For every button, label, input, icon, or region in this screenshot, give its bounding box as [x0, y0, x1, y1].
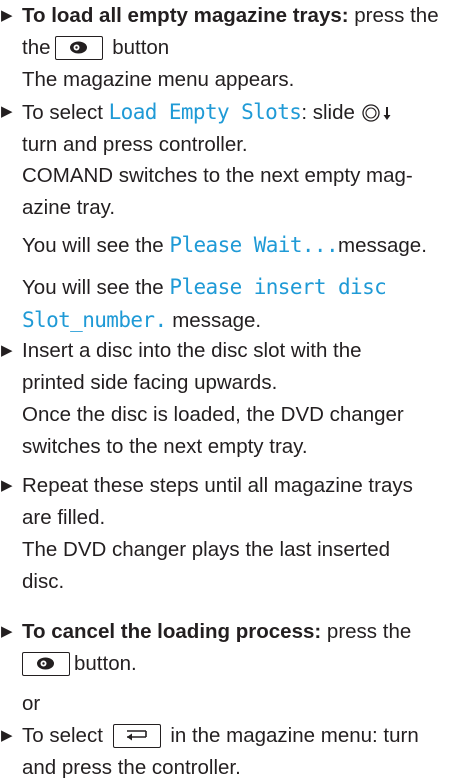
message-text: Slot_number. — [22, 308, 167, 332]
step-load-all-empty: ▶ To load all empty magazine trays: pres… — [0, 0, 458, 64]
step-text: press the — [354, 4, 439, 27]
message-please-wait: You will see the Please Wait...message. — [22, 233, 427, 257]
step-result: The DVD changer plays the last inserted d… — [22, 538, 391, 593]
step-bold-lead: To load all empty magazine trays: — [22, 4, 349, 27]
step-arrow-icon: ▶ — [1, 342, 13, 359]
controller-slide-down-icon — [361, 104, 391, 122]
step-insert-disc: ▶ Insert a disc into the disc slot with … — [0, 335, 458, 399]
message-text: Please Wait... — [169, 233, 339, 257]
message-text: Please insert disc — [169, 275, 387, 299]
manual-page: ▶ To load all empty magazine trays: pres… — [0, 0, 460, 779]
step-cancel-loading: ▶ To cancel the loading process: press t… — [0, 616, 458, 680]
step-select-load-empty: ▶ To select Load Empty Slots: slide turn… — [0, 96, 458, 161]
step-select-back: ▶ To select in the magazine menu: turn a… — [0, 720, 458, 784]
or-separator: or — [22, 692, 41, 715]
message-insert-disc: You will see the Please insert disc Slot… — [22, 275, 387, 332]
step-arrow-icon: ▶ — [1, 103, 13, 120]
step-result: COMAND switches to the next empty mag-az… — [22, 164, 413, 219]
step-repeat: ▶ Repeat these steps until all magazine … — [0, 470, 458, 534]
step-text-after-button: button — [112, 36, 170, 59]
disc-button-icon — [22, 652, 70, 676]
step-result: The magazine menu appears. — [22, 68, 295, 91]
step-arrow-icon: ▶ — [1, 623, 13, 640]
step-bold-lead: To cancel the loading process: — [22, 620, 322, 643]
step-result: Once the disc is loaded, the DVD changer… — [22, 403, 404, 458]
back-arrow-icon — [112, 724, 161, 748]
step-arrow-icon: ▶ — [1, 727, 13, 744]
menu-item-load-empty-slots: Load Empty Slots — [108, 100, 302, 124]
step-arrow-icon: ▶ — [1, 477, 13, 494]
disc-button-icon — [54, 36, 103, 60]
step-arrow-icon: ▶ — [1, 7, 13, 24]
